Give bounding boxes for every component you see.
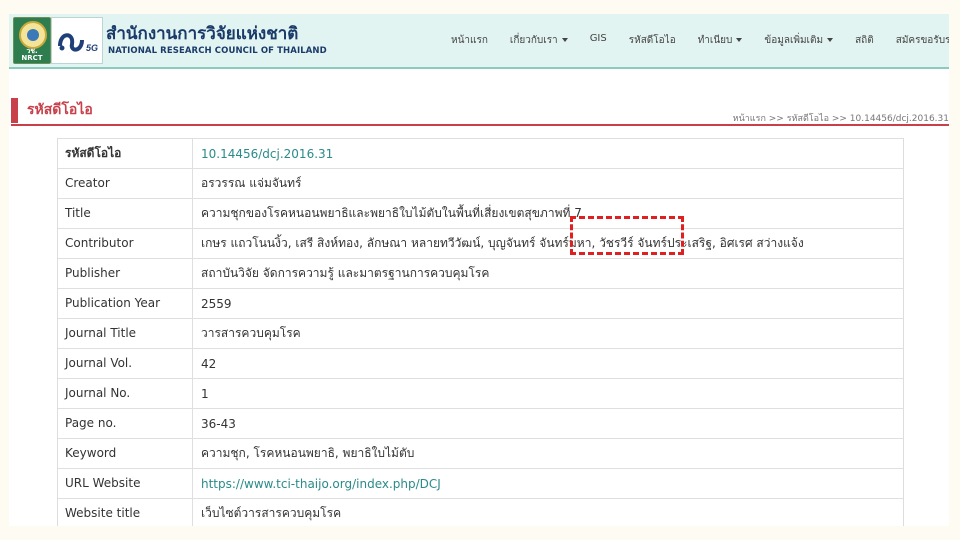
nav-item-label: สถิติ [855,35,874,46]
nav-item-label: GIS [589,33,607,44]
table-row: Journal Vol. 42 [58,349,903,379]
row-label: รหัสดีโอไอ [58,139,193,168]
nav-item-6[interactable]: สถิติ [855,33,874,48]
nav-item-2[interactable]: GIS [590,33,607,48]
nrct-5g-logo[interactable]: 5G [51,17,103,64]
row-value-link[interactable]: 10.14456/dcj.2016.31 [193,147,333,161]
svg-text:5G: 5G [86,43,98,53]
row-label: Publisher [58,259,193,288]
table-row: Journal No. 1 [58,379,903,409]
nav-item-7[interactable]: สมัครขอรับรหัสดีโอไอ [896,33,949,48]
nav-item-label: ทำเนียบ [697,35,733,46]
row-value: 36-43 [201,416,236,431]
browser-page: วช. NRCT 5G สำนักงานการวิจัยแห่งชาติ NATI… [9,14,949,526]
nav-item-label: ข้อมูลเพิ่มเติม [764,35,824,46]
breadcrumb[interactable]: หน้าแรก >> รหัสดีโอไอ >> 10.14456/dcj.20… [733,111,949,125]
row-label: Website title [58,499,193,526]
row-value: ความชุก, โรคหนอนพยาธิ, พยาธิใบไม้ตับ [201,446,415,460]
row-value: อรวรรณ แจ่มจันทร์ [201,176,302,190]
row-label: Keyword [58,439,193,468]
table-row: Journal Title วารสารควบคุมโรค [58,319,903,349]
row-label: Page no. [58,409,193,438]
table-row: Keyword ความชุก, โรคหนอนพยาธิ, พยาธิใบไม้… [58,439,903,469]
seal-emblem-icon [19,21,47,49]
row-value: 42 [201,356,217,371]
row-value: 1 [201,386,209,401]
seal-text: วช. NRCT [21,47,43,62]
table-row: รหัสดีโอไอ 10.14456/dcj.2016.31 [58,138,903,169]
row-label: Journal Title [58,319,193,348]
nav-item-3[interactable]: รหัสดีโอไอ [629,33,676,48]
row-label: Publication Year [58,289,193,318]
row-label: Journal No. [58,379,193,408]
caret-down-icon [736,38,743,42]
nav-item-label: เกี่ยวกับเรา [509,35,558,46]
row-value: ความชุกของโรคหนอนพยาธิและพยาธิใบไม้ตับใน… [201,206,582,220]
title-divider [11,124,949,126]
row-value: สถาบันวิจัย จัดการความรู้ และมาตรฐานการค… [201,266,490,280]
table-row: Publisher สถาบันวิจัย จัดการความรู้ และมา… [58,259,903,289]
nrct-seal-logo[interactable]: วช. NRCT [13,17,51,64]
org-name-th: สำนักงานการวิจัยแห่งชาติ [106,24,299,44]
row-label: URL Website [58,469,193,498]
heading-accent-bar [11,98,18,123]
nav-item-label: หน้าแรก [451,35,488,46]
table-row: Page no. 36-43 [58,409,903,439]
main-nav: หน้าแรก เกี่ยวกับเรา GIS รหัสดีโอไอ ทำเนียบ ข… [451,33,949,48]
caret-down-icon [561,38,568,42]
table-row: Title ความชุกของโรคหนอนพยาธิและพยาธิใบไม้… [58,199,903,229]
highlight-box [570,216,684,255]
table-row: Website title เว็บไซต์วารสารควบคุมโรค [58,499,903,526]
nav-item-label: สมัครขอรับรหัสดีโอไอ [895,35,949,46]
table-row: URL Website https://www.tci-thaijo.org/in… [58,469,903,499]
logo-5g-icon: 5G [58,33,98,53]
row-value: 2559 [201,296,232,311]
nav-item-5[interactable]: ข้อมูลเพิ่มเติม [764,33,834,48]
nav-item-0[interactable]: หน้าแรก [451,33,488,48]
caret-down-icon [827,38,834,42]
row-value: วารสารควบคุมโรค [201,326,301,340]
table-row: Contributor เกษร แถวโนนงิ้ว, เสรี สิงห์ทอ… [58,229,903,259]
nav-item-1[interactable]: เกี่ยวกับเรา [510,33,568,48]
row-label: Contributor [58,229,193,258]
row-label: Title [58,199,193,228]
nav-item-label: รหัสดีโอไอ [628,35,676,46]
site-header: วช. NRCT 5G สำนักงานการวิจัยแห่งชาติ NATI… [9,14,949,69]
doi-detail-table: รหัสดีโอไอ 10.14456/dcj.2016.31 Creator อรว… [57,138,904,526]
nav-item-4[interactable]: ทำเนียบ [698,33,743,48]
row-label: Journal Vol. [58,349,193,378]
row-value: เกษร แถวโนนงิ้ว, เสรี สิงห์ทอง, ลักษณา ห… [201,236,804,250]
table-row: Creator อรวรรณ แจ่มจันทร์ [58,169,903,199]
table-row: Publication Year 2559 [58,289,903,319]
page-title: รหัสดีโอไอ [27,102,93,118]
row-value-link[interactable]: https://www.tci-thaijo.org/index.php/DCJ [193,477,441,491]
org-name-en: NATIONAL RESEARCH COUNCIL OF THAILAND [108,46,327,56]
row-label: Creator [58,169,193,198]
row-value: เว็บไซต์วารสารควบคุมโรค [201,506,342,520]
